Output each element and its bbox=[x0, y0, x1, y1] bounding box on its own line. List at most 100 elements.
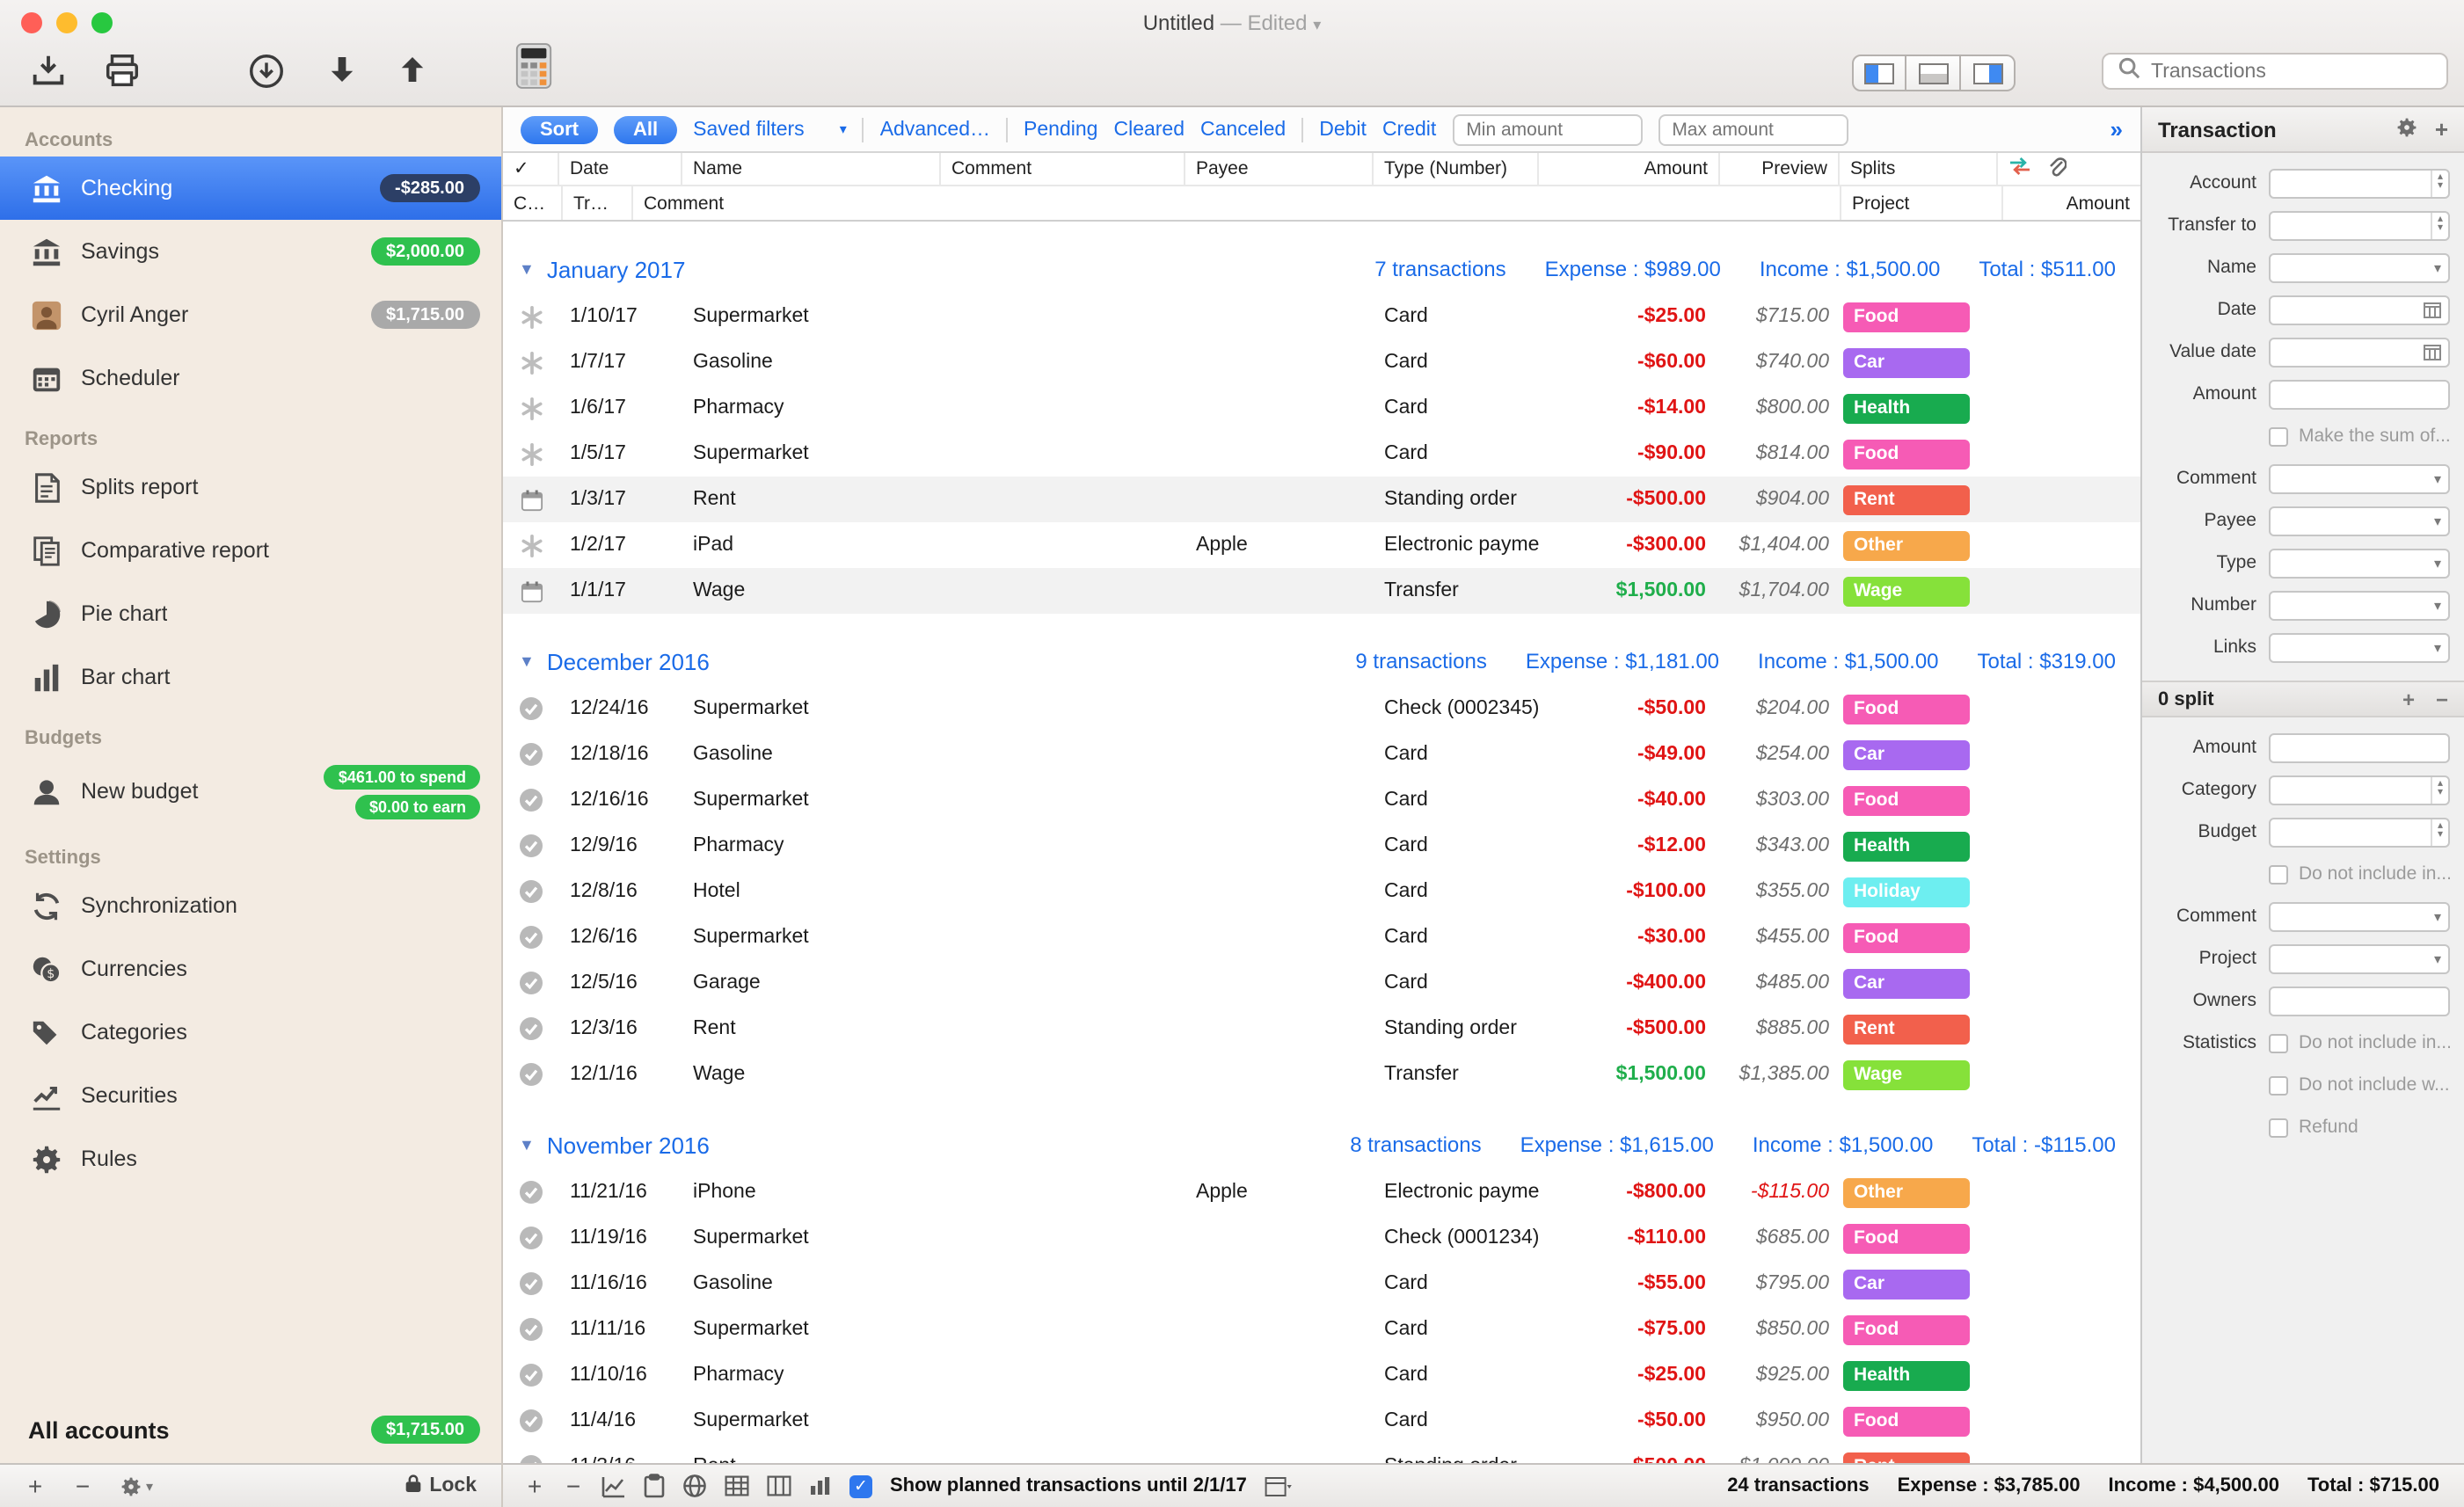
toggle-sidebar-button[interactable] bbox=[1852, 55, 1906, 91]
remove-split-button[interactable]: − bbox=[2436, 687, 2448, 711]
bar-chart-small-icon[interactable] bbox=[809, 1475, 832, 1496]
remove-account-button[interactable]: − bbox=[72, 1474, 93, 1498]
month-header[interactable]: ▼ November 2016 8 transactions Expense :… bbox=[503, 1120, 2140, 1169]
subcol-tr[interactable]: Tr… bbox=[563, 186, 633, 220]
transaction-row[interactable]: 1/5/17 Supermarket Card -$90.00 $814.00 … bbox=[503, 431, 2140, 477]
inspector-gear-icon[interactable] bbox=[2396, 115, 2419, 143]
project-field[interactable]: ▾ bbox=[2269, 943, 2450, 973]
add-account-button[interactable]: + bbox=[25, 1474, 46, 1498]
do-not-include-w-checkbox[interactable] bbox=[2269, 1075, 2288, 1095]
date-field[interactable] bbox=[2269, 295, 2450, 324]
col-amount[interactable]: Amount bbox=[1539, 153, 1720, 185]
transaction-row[interactable]: 1/2/17 iPad Apple Electronic payment -$3… bbox=[503, 522, 2140, 568]
credit-filter-button[interactable]: Credit bbox=[1382, 119, 1436, 140]
transaction-row[interactable]: 11/4/16 Supermarket Card -$50.00 $950.00… bbox=[503, 1398, 2140, 1444]
transaction-row[interactable]: 12/1/16 Wage Transfer $1,500.00 $1,385.0… bbox=[503, 1052, 2140, 1097]
sidebar-item-new-budget[interactable]: New budget $461.00 to spend $0.00 to ear… bbox=[0, 754, 501, 828]
transaction-row[interactable]: 12/3/16 Rent Standing order -$500.00 $88… bbox=[503, 1006, 2140, 1052]
col-preview[interactable]: Preview bbox=[1720, 153, 1840, 185]
name-field[interactable]: ▾ bbox=[2269, 252, 2450, 282]
comment-field[interactable]: ▾ bbox=[2269, 901, 2450, 931]
col-cleared[interactable]: ✓ bbox=[503, 153, 559, 185]
type-field[interactable]: ▾ bbox=[2269, 548, 2450, 578]
search-field[interactable] bbox=[2102, 53, 2448, 90]
account-actions-button[interactable]: ▾ bbox=[120, 1474, 153, 1497]
canceled-filter-button[interactable]: Canceled bbox=[1200, 119, 1286, 140]
col-name[interactable]: Name bbox=[682, 153, 941, 185]
do-not-include-in-checkbox[interactable] bbox=[2269, 864, 2288, 884]
pending-filter-button[interactable]: Pending bbox=[1024, 119, 1097, 140]
month-header[interactable]: ▼ January 2017 7 transactions Expense : … bbox=[503, 244, 2140, 294]
disclosure-triangle-icon[interactable]: ▼ bbox=[519, 652, 535, 670]
subcol-comment[interactable]: Comment bbox=[633, 186, 1841, 220]
sidebar-item-currencies[interactable]: $ Currencies bbox=[0, 937, 501, 1001]
sidebar-item-checking[interactable]: Checking -$285.00 bbox=[0, 157, 501, 220]
globe-icon[interactable] bbox=[682, 1474, 707, 1498]
show-planned-checkbox[interactable]: ✓ bbox=[849, 1474, 872, 1497]
subcol-amount[interactable]: Amount bbox=[2003, 186, 2140, 220]
transaction-row[interactable]: 1/6/17 Pharmacy Card -$14.00 $800.00 Hea… bbox=[503, 385, 2140, 431]
columns-view-icon[interactable] bbox=[767, 1475, 791, 1496]
max-amount-input[interactable] bbox=[1658, 113, 1848, 145]
sidebar-item-savings[interactable]: Savings $2,000.00 bbox=[0, 220, 501, 283]
disclosure-triangle-icon[interactable]: ▼ bbox=[519, 260, 535, 278]
sidebar-item-securities[interactable]: Securities bbox=[0, 1064, 501, 1127]
month-header[interactable]: ▼ December 2016 9 transactions Expense :… bbox=[503, 637, 2140, 686]
min-amount-input[interactable] bbox=[1452, 113, 1642, 145]
sidebar-item-splits-report[interactable]: Splits report bbox=[0, 455, 501, 519]
transfer-arrows-icon[interactable] bbox=[2008, 157, 2031, 181]
transaction-row[interactable]: 1/3/17 Rent Standing order -$500.00 $904… bbox=[503, 477, 2140, 522]
col-date[interactable]: Date bbox=[559, 153, 682, 185]
transaction-row[interactable]: 12/16/16 Supermarket Card -$40.00 $303.0… bbox=[503, 777, 2140, 823]
sidebar-item-categories[interactable]: Categories bbox=[0, 1001, 501, 1064]
move-down-button[interactable] bbox=[324, 51, 361, 88]
transaction-row[interactable]: 12/9/16 Pharmacy Card -$12.00 $343.00 He… bbox=[503, 823, 2140, 869]
transaction-row[interactable]: 11/16/16 Gasoline Card -$55.00 $795.00 C… bbox=[503, 1261, 2140, 1307]
search-input[interactable] bbox=[2151, 61, 2432, 82]
refund-checkbox[interactable] bbox=[2269, 1118, 2288, 1137]
debit-filter-button[interactable]: Debit bbox=[1319, 119, 1367, 140]
transfer-to-field[interactable]: ▴▾ bbox=[2269, 210, 2450, 240]
transaction-row[interactable]: 12/5/16 Garage Card -$400.00 $485.00 Car bbox=[503, 960, 2140, 1006]
calculator-icon[interactable] bbox=[514, 42, 554, 90]
sidebar-item-pie-chart[interactable]: Pie chart bbox=[0, 582, 501, 645]
transaction-row[interactable]: 12/8/16 Hotel Card -$100.00 $355.00 Holi… bbox=[503, 869, 2140, 914]
sidebar-item-scheduler[interactable]: Scheduler bbox=[0, 346, 501, 410]
add-split-button[interactable]: + bbox=[2402, 687, 2415, 711]
category-field[interactable]: ▴▾ bbox=[2269, 775, 2450, 804]
number-field[interactable]: ▾ bbox=[2269, 590, 2450, 620]
amount-field[interactable] bbox=[2269, 379, 2450, 409]
transaction-row[interactable]: 12/24/16 Supermarket Check (0002345) -$5… bbox=[503, 686, 2140, 732]
transaction-row[interactable]: 1/1/17 Wage Transfer $1,500.00 $1,704.00… bbox=[503, 568, 2140, 614]
transaction-row[interactable]: 11/3/16 Rent Standing order -$500.00 $1,… bbox=[503, 1444, 2140, 1463]
account-field[interactable]: ▴▾ bbox=[2269, 168, 2450, 198]
transaction-row[interactable]: 11/10/16 Pharmacy Card -$25.00 $925.00 H… bbox=[503, 1352, 2140, 1398]
import-button[interactable] bbox=[28, 51, 69, 91]
move-up-button[interactable] bbox=[394, 51, 431, 88]
value-date-field[interactable] bbox=[2269, 337, 2450, 367]
do-not-include-in-checkbox[interactable] bbox=[2269, 1033, 2288, 1052]
toggle-bottom-panel-button[interactable] bbox=[1906, 55, 1961, 91]
transaction-row[interactable]: 11/11/16 Supermarket Card -$75.00 $850.0… bbox=[503, 1307, 2140, 1352]
transaction-row[interactable]: 1/10/17 Supermarket Card -$25.00 $715.00… bbox=[503, 294, 2140, 339]
transaction-row[interactable]: 11/19/16 Supermarket Check (0001234) -$1… bbox=[503, 1215, 2140, 1261]
sidebar-item-comparative-report[interactable]: Comparative report bbox=[0, 519, 501, 582]
line-chart-icon[interactable] bbox=[601, 1474, 626, 1497]
sidebar-item-bar-chart[interactable]: Bar chart bbox=[0, 645, 501, 709]
col-payee[interactable]: Payee bbox=[1185, 153, 1374, 185]
transaction-row[interactable]: 12/6/16 Supermarket Card -$30.00 $455.00… bbox=[503, 914, 2140, 960]
subcol-project[interactable]: Project bbox=[1841, 186, 2003, 220]
lock-button[interactable]: Lock bbox=[405, 1472, 477, 1500]
attachment-icon[interactable] bbox=[2047, 156, 2067, 182]
more-filters-button[interactable]: » bbox=[2110, 116, 2123, 142]
sidebar-item-cyril-anger[interactable]: Cyril Anger $1,715.00 bbox=[0, 283, 501, 346]
sort-button[interactable]: Sort bbox=[521, 115, 598, 143]
inspector-add-icon[interactable]: + bbox=[2435, 116, 2448, 142]
payee-field[interactable]: ▾ bbox=[2269, 506, 2450, 535]
col-type[interactable]: Type (Number) bbox=[1374, 153, 1539, 185]
transaction-row[interactable]: 12/18/16 Gasoline Card -$49.00 $254.00 C… bbox=[503, 732, 2140, 777]
disclosure-triangle-icon[interactable]: ▼ bbox=[519, 1136, 535, 1154]
sidebar-item-synchronization[interactable]: Synchronization bbox=[0, 874, 501, 937]
toggle-inspector-button[interactable] bbox=[1961, 55, 2016, 91]
transaction-row[interactable]: 1/7/17 Gasoline Card -$60.00 $740.00 Car bbox=[503, 339, 2140, 385]
